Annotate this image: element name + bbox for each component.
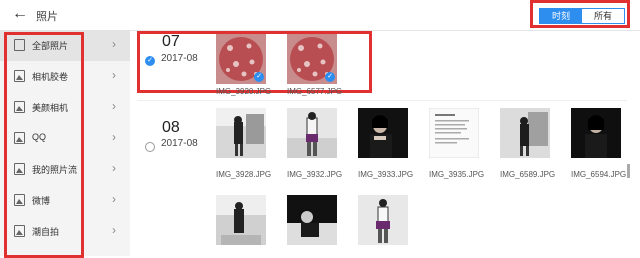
photo-filename: IMG_3928.JPG <box>216 170 272 179</box>
selected-check-icon: ✓ <box>325 72 335 82</box>
photo-thumbnail[interactable] <box>287 108 337 158</box>
photo-thumbnail[interactable] <box>216 195 266 245</box>
photo-thumbnail[interactable] <box>216 108 266 158</box>
view-toggle: 时刻 所有 <box>539 8 625 24</box>
photo-thumbnail[interactable] <box>287 195 337 245</box>
selected-check-icon: ✓ <box>254 72 264 82</box>
photo-thumbnail[interactable] <box>358 195 408 245</box>
back-arrow-icon[interactable]: ← <box>12 5 28 23</box>
group-month: 07 <box>162 33 180 50</box>
photo-thumbnail[interactable]: ✓ <box>216 34 266 84</box>
group-date: 2017-08 <box>161 53 198 64</box>
chevron-right-icon: › <box>112 223 116 237</box>
photo-thumbnail[interactable] <box>358 108 408 158</box>
chevron-right-icon: › <box>112 130 116 144</box>
all-view-button[interactable]: 所有 <box>582 9 624 23</box>
group-divider <box>137 100 627 101</box>
photo-filename: IMG_6577.JPG <box>287 87 343 96</box>
chevron-right-icon: › <box>112 192 116 206</box>
group-select-checkbox[interactable]: ✓ <box>145 56 155 66</box>
chevron-right-icon: › <box>112 68 116 82</box>
photo-filename: IMG_3920.JPG <box>216 87 272 96</box>
photo-thumbnail[interactable] <box>429 108 479 158</box>
chevron-right-icon: › <box>112 99 116 113</box>
time-view-button[interactable]: 时刻 <box>540 9 582 23</box>
photo-thumbnail[interactable] <box>500 108 550 158</box>
photo-filename: IMG_3932.JPG <box>287 170 343 179</box>
photo-filename: IMG_6589.JPG <box>500 170 556 179</box>
group-select-checkbox[interactable] <box>145 142 155 152</box>
photo-filename: IMG_3935.JPG <box>429 170 485 179</box>
chevron-right-icon: › <box>112 37 116 51</box>
group-date: 2017-08 <box>161 138 198 149</box>
chevron-right-icon: › <box>112 161 116 175</box>
group-month: 08 <box>162 119 180 136</box>
title-bar: ← 照片 时刻 所有 <box>0 0 640 31</box>
sidebar-highlight <box>4 32 84 258</box>
photo-thumbnail[interactable]: ✓ <box>287 34 337 84</box>
page-title: 照片 <box>36 11 58 23</box>
photo-filename: IMG_3933.JPG <box>358 170 414 179</box>
scrollbar-thumb[interactable] <box>627 164 630 178</box>
view-toggle-highlight: 时刻 所有 <box>530 0 630 28</box>
photo-filename: IMG_6594.JPG <box>571 170 627 179</box>
photo-thumbnail[interactable] <box>571 108 621 158</box>
